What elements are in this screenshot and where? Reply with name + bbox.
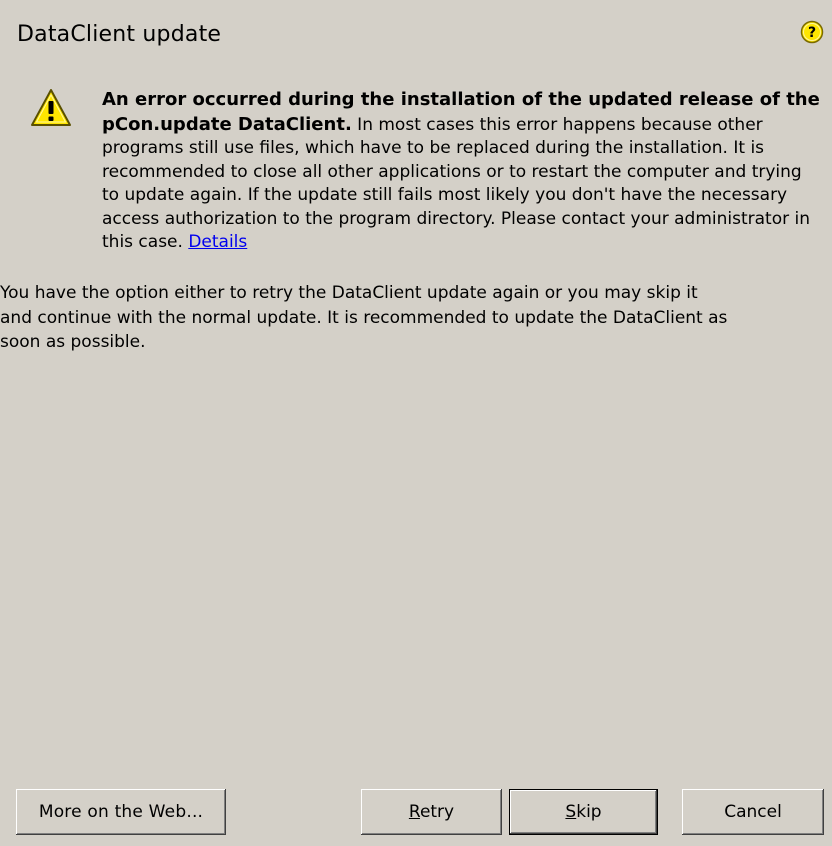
warning-icon [30, 88, 72, 128]
help-icon[interactable]: ? [800, 20, 824, 44]
skip-label: kip [576, 802, 602, 822]
retry-label: etry [419, 802, 455, 822]
skip-button[interactable]: Skip [509, 789, 658, 835]
error-message: An error occurred during the installatio… [102, 88, 822, 255]
svg-text:?: ? [808, 25, 816, 41]
retry-button[interactable]: Retry [361, 789, 502, 835]
option-message: You have the option either to retry the … [0, 283, 728, 352]
skip-mnemonic: S [565, 802, 577, 822]
cancel-button[interactable]: Cancel [682, 789, 824, 835]
details-link[interactable]: Details [188, 232, 247, 252]
dataclient-update-dialog: DataClient update ? An error occurred du… [0, 0, 832, 846]
retry-mnemonic: R [408, 802, 420, 822]
dialog-title: DataClient update [17, 22, 222, 47]
more-on-web-button[interactable]: More on the Web... [16, 789, 226, 835]
